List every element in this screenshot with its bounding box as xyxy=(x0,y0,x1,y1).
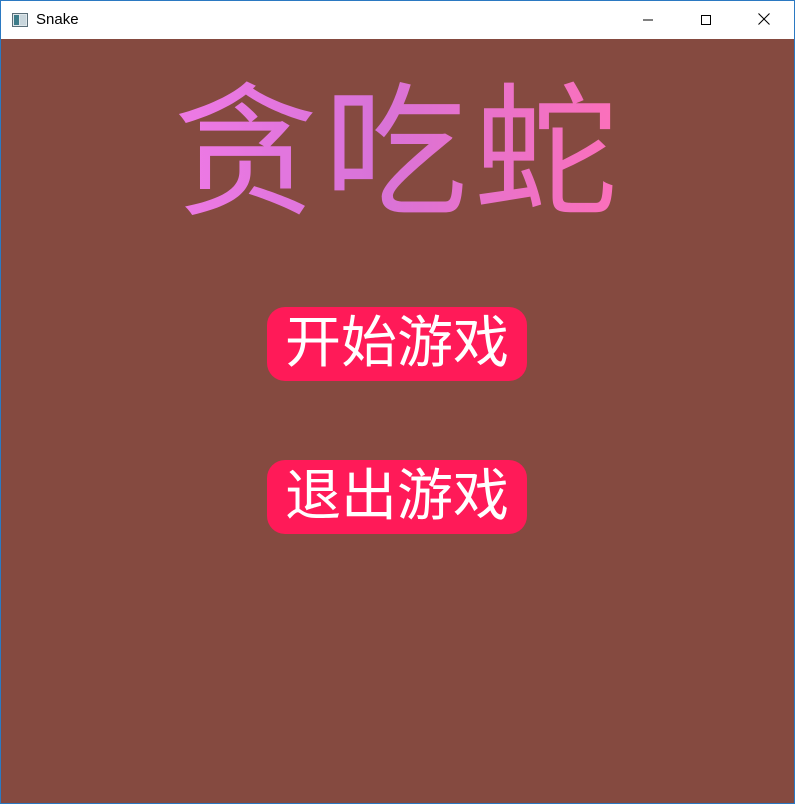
game-title: 贪吃蛇 xyxy=(161,73,636,233)
quit-game-button[interactable]: 退出游戏 xyxy=(267,460,527,534)
minimize-icon xyxy=(642,11,654,30)
maximize-icon xyxy=(700,11,712,30)
quit-game-label: 退出游戏 xyxy=(285,464,509,529)
start-game-button[interactable]: 开始游戏 xyxy=(267,307,527,381)
game-menu-area: 贪吃蛇 开始游戏 退出游戏 xyxy=(1,39,794,803)
app-window-icon xyxy=(12,12,28,27)
minimize-button[interactable] xyxy=(625,1,671,39)
title-bar[interactable]: Snake xyxy=(1,1,794,39)
start-game-label: 开始游戏 xyxy=(285,311,509,376)
window-title: Snake xyxy=(36,11,79,28)
close-button[interactable] xyxy=(741,1,787,39)
app-window: Snake 贪吃蛇 开始游戏 退出游戏 xyxy=(0,0,795,804)
maximize-button[interactable] xyxy=(683,1,729,39)
close-icon xyxy=(757,11,771,30)
